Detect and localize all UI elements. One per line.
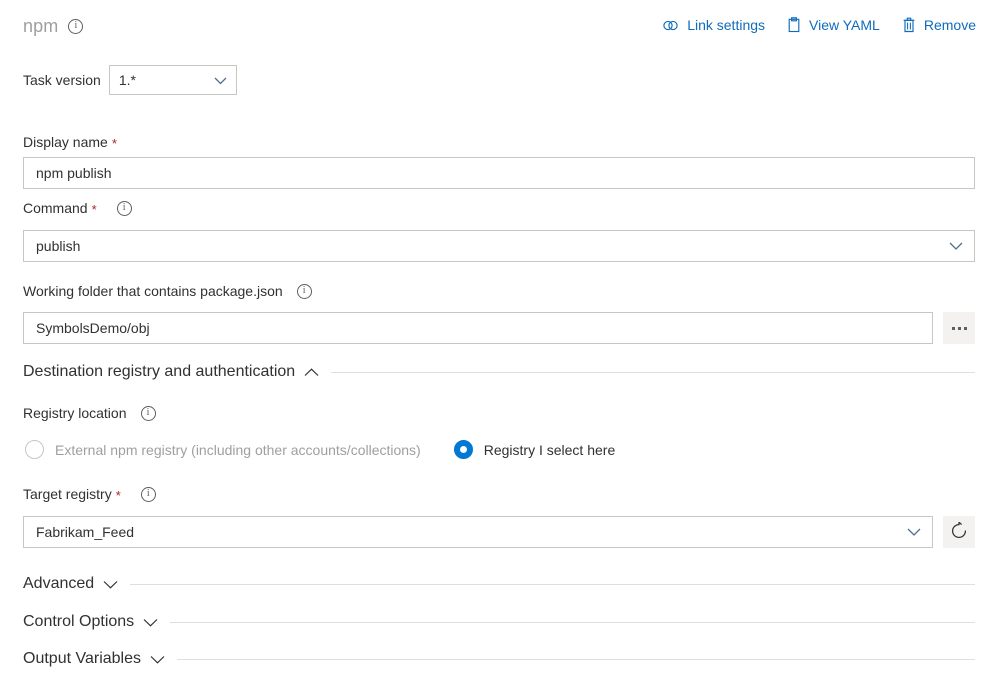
info-icon[interactable]: i	[141, 406, 156, 421]
target-registry-label-text: Target registry	[23, 486, 112, 502]
output-variables-section-title: Output Variables	[23, 650, 141, 668]
working-folder-label: Working folder that contains package.jso…	[23, 283, 312, 299]
chevron-down-icon	[907, 524, 921, 540]
required-asterisk: *	[112, 137, 117, 150]
remove-label: Remove	[924, 17, 976, 33]
link-settings-button[interactable]: Link settings	[662, 17, 765, 33]
task-version-label: Task version	[23, 72, 101, 88]
radio-external-npm-registry-label: External npm registry (including other a…	[55, 442, 421, 458]
registry-location-label-text: Registry location	[23, 405, 127, 421]
output-variables-section-header[interactable]: Output Variables	[23, 650, 975, 668]
destination-registry-section-title: Destination registry and authentication	[23, 363, 295, 381]
advanced-section-header[interactable]: Advanced	[23, 575, 975, 593]
view-yaml-button[interactable]: View YAML	[787, 17, 880, 33]
view-yaml-label: View YAML	[809, 17, 880, 33]
destination-registry-section-header[interactable]: Destination registry and authentication	[23, 363, 975, 381]
display-name-input[interactable]: npm publish	[23, 157, 975, 189]
display-name-label: Display name *	[23, 134, 117, 150]
chevron-down-icon	[949, 238, 963, 254]
clipboard-icon	[787, 17, 801, 33]
task-version-select[interactable]: 1.*	[109, 65, 237, 95]
working-folder-browse-button[interactable]	[943, 312, 975, 344]
info-icon[interactable]: i	[68, 19, 83, 34]
npm-task-editor-panel: npm i Link settings	[0, 0, 995, 683]
radio-circle-selected	[454, 440, 473, 459]
command-label-text: Command	[23, 200, 88, 216]
page-title: npm	[23, 16, 58, 37]
target-registry-label: Target registry * i	[23, 486, 156, 502]
radio-registry-i-select-here[interactable]: Registry I select here	[454, 440, 616, 459]
chevron-down-icon	[103, 580, 118, 589]
task-title-group: npm i	[23, 16, 83, 37]
chevron-down-icon	[143, 618, 158, 627]
ellipsis-icon	[952, 327, 967, 330]
trash-icon	[902, 17, 916, 33]
chevron-up-icon	[304, 368, 319, 377]
required-asterisk: *	[116, 489, 121, 502]
control-options-section-header[interactable]: Control Options	[23, 613, 975, 631]
task-version-row: Task version 1.*	[23, 65, 237, 95]
control-options-section-title: Control Options	[23, 613, 134, 631]
info-icon[interactable]: i	[141, 487, 156, 502]
registry-location-radio-group: External npm registry (including other a…	[25, 440, 615, 459]
remove-button[interactable]: Remove	[902, 17, 976, 33]
working-folder-value: SymbolsDemo/obj	[36, 320, 150, 336]
advanced-section-title: Advanced	[23, 575, 94, 593]
radio-circle-unselected	[25, 440, 44, 459]
display-name-label-text: Display name	[23, 134, 108, 150]
required-asterisk: *	[92, 203, 97, 216]
target-registry-value: Fabrikam_Feed	[36, 524, 134, 540]
task-version-value: 1.*	[119, 72, 136, 88]
radio-registry-i-select-here-label: Registry I select here	[484, 442, 616, 458]
section-divider	[130, 584, 975, 585]
section-divider	[331, 372, 975, 373]
chevron-down-icon	[214, 72, 227, 88]
refresh-icon	[950, 522, 968, 543]
info-icon[interactable]: i	[297, 284, 312, 299]
target-registry-select[interactable]: Fabrikam_Feed	[23, 516, 933, 548]
section-divider	[170, 622, 975, 623]
command-label: Command * i	[23, 200, 132, 216]
link-icon	[662, 18, 679, 33]
section-divider	[177, 659, 975, 660]
registry-location-label: Registry location i	[23, 405, 156, 421]
working-folder-input[interactable]: SymbolsDemo/obj	[23, 312, 933, 344]
command-select[interactable]: publish	[23, 230, 975, 262]
target-registry-refresh-button[interactable]	[943, 516, 975, 548]
chevron-down-icon	[150, 655, 165, 664]
info-icon[interactable]: i	[117, 201, 132, 216]
header-actions: Link settings View YAML	[662, 17, 976, 33]
display-name-value: npm publish	[36, 165, 112, 181]
command-value: publish	[36, 238, 80, 254]
radio-external-npm-registry[interactable]: External npm registry (including other a…	[25, 440, 421, 459]
working-folder-label-text: Working folder that contains package.jso…	[23, 283, 283, 299]
link-settings-label: Link settings	[687, 17, 765, 33]
task-header: npm i Link settings	[0, 0, 995, 55]
